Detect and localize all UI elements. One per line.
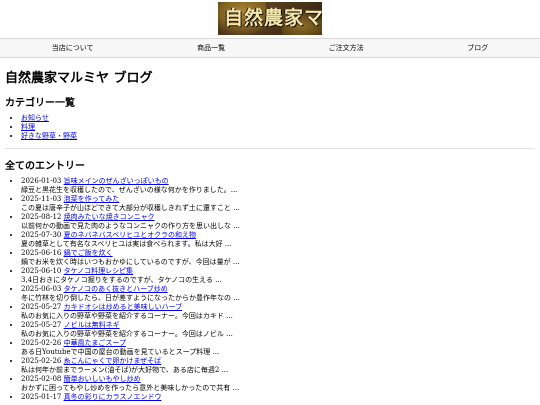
entry-excerpt: 3,4日おきにタケノコ掘りをするのですが、タケノコの生える ... (21, 276, 222, 284)
entry-excerpt: 鍋でお米を炊く時はいつもおかゆにしているのですが、今回は量が ... (21, 258, 240, 266)
category-item: 好きな野草・野菜 (21, 132, 535, 141)
entries-heading: 全てのエントリー (5, 161, 85, 172)
entry-item: 2025-02-08 簡単おいしいもやし炒めおかずに困ってもやし炒めを作ったら意… (21, 375, 535, 393)
entry-item: 2025-05-27 カキドオシは炒めると美味しいハーブ私のお気に入りの野草や野… (21, 303, 535, 321)
nav-item-order[interactable]: ご注文方法 (329, 43, 364, 53)
entry-title-link[interactable]: 糸こんにゃくで卵かけまぜそば (64, 357, 162, 365)
entry-item: 2025-06-03 タケノコのあく抜きとハーブ炒め冬に竹林を切り倒したら、日が… (21, 285, 535, 303)
entry-excerpt: 冬に竹林を切り倒したら、日が差すようになったからか豊作年なの ... (21, 294, 240, 302)
entry-item: 2025-02-26 糸こんにゃくで卵かけまぜそば私は何年か前までラーメン(油そ… (21, 357, 535, 375)
category-item: お知らせ (21, 114, 535, 123)
entry-excerpt: おかずに困ってもやし炒めを作ったら意外と美味しかったので共有 ... (21, 384, 240, 392)
entry-title-link[interactable]: 夏のネバネバスベリヒユとオクラの和え物 (64, 231, 196, 239)
entry-title-link[interactable]: タケノコのあく抜きとハーブ炒め (64, 285, 168, 293)
logo-text: 自然農家マルミヤ (224, 7, 322, 29)
nav-item-products[interactable]: 商品一覧 (197, 43, 225, 53)
entry-title-link[interactable]: 簡単おいしいもやし炒め (64, 375, 141, 383)
entry-item: 2025-05-27 ノビルは無料ネギ私のお気に入りの野草や野菜を紹介するコーナ… (21, 321, 535, 339)
entry-date: 2025-02-26 (21, 339, 62, 347)
entry-excerpt: 以前何かの動画で見た肉のようなコンニャクの作り方を思い出しな ... (21, 222, 240, 230)
categories-heading: カテゴリー一覧 (5, 98, 75, 109)
entry-date: 2025-06-10 (21, 267, 62, 275)
entry-date: 2025-05-27 (21, 303, 62, 311)
entry-title-link[interactable]: 旨味メインのぜんざいっぽいもの (64, 177, 169, 185)
entry-item: 2025-01-17 真冬の彩りにカラスノエンドウ (21, 393, 535, 402)
entry-excerpt: 緑豆と黒花生を収穫したので、ぜんざいの様な何かを作りました。... (21, 186, 238, 194)
section-divider (5, 148, 535, 149)
entry-excerpt: 私のお気に入りの野草や野菜を紹介するコーナー。今回はカキド ... (21, 312, 233, 320)
entry-item: 2025-11-03 泡菜を作ってみたこの夏は唐辛子が山ほどできて大部分が収穫し… (21, 195, 535, 213)
nav-item-about[interactable]: 当店について (52, 43, 94, 53)
entry-date: 2025-07-30 (21, 231, 62, 239)
main-content: 自然農家マルミヤ ブログ カテゴリー一覧 お知らせ 料理 好きな野草・野菜 全て… (0, 67, 540, 402)
site-header: 自然農家マルミヤ (0, 0, 540, 36)
category-link-wild-plants[interactable]: 好きな野草・野菜 (21, 132, 77, 140)
entry-date: 2025-08-12 (21, 213, 62, 221)
entry-date: 2025-05-27 (21, 321, 62, 329)
entry-excerpt: 夏の雑草として有名なスベリヒユは実は食べられます。私は大好 ... (21, 240, 232, 248)
entry-date: 2025-11-03 (21, 195, 62, 203)
entry-title-link[interactable]: ノビルは無料ネギ (64, 321, 120, 329)
entry-title-link[interactable]: 焼肉みたいな焼きコンニャク (64, 213, 155, 221)
entry-date: 2025-02-08 (21, 375, 62, 383)
entry-excerpt: ある日Youtubeで中国の屋台の動画を見ているとスープ料理 ... (21, 348, 220, 356)
entry-date: 2025-06-03 (21, 285, 62, 293)
entry-title-link[interactable]: 泡菜を作ってみた (64, 195, 120, 203)
entry-item: 2025-06-16 鍋でご飯を炊く鍋でお米を炊く時はいつもおかゆにしているので… (21, 249, 535, 267)
entry-date: 2025-01-17 (21, 393, 62, 401)
entry-date: 2025-02-26 (21, 357, 62, 365)
entry-item: 2025-08-12 焼肉みたいな焼きコンニャク以前何かの動画で見た肉のようなコ… (21, 213, 535, 231)
entry-item: 2025-07-30 夏のネバネバスベリヒユとオクラの和え物夏の雑草として有名な… (21, 231, 535, 249)
main-nav: 当店について 商品一覧 ご注文方法 ブログ (0, 38, 540, 58)
entry-title-link[interactable]: タケノコ料理レシピ集 (64, 267, 134, 275)
category-link-news[interactable]: お知らせ (21, 114, 49, 122)
category-item: 料理 (21, 123, 535, 132)
entry-item: 2026-01-03 旨味メインのぜんざいっぽいもの緑豆と黒花生を収穫したので、… (21, 177, 535, 195)
entry-item: 2025-02-26 中華風たまごスープある日Youtubeで中国の屋台の動画を… (21, 339, 535, 357)
entry-date: 2025-06-16 (21, 249, 62, 257)
entry-title-link[interactable]: 鍋でご飯を炊く (64, 249, 113, 257)
entry-title-link[interactable]: 真冬の彩りにカラスノエンドウ (64, 393, 162, 401)
category-list: お知らせ 料理 好きな野草・野菜 (5, 114, 535, 141)
entry-title-link[interactable]: カキドオシは炒めると美味しいハーブ (64, 303, 183, 311)
entry-title-link[interactable]: 中華風たまごスープ (64, 339, 126, 347)
nav-item-blog[interactable]: ブログ (467, 43, 488, 53)
entry-item: 2025-06-10 タケノコ料理レシピ集3,4日おきにタケノコ掘りをするのです… (21, 267, 535, 285)
category-link-cooking[interactable]: 料理 (21, 123, 35, 131)
entry-excerpt: 私のお気に入りの野草や野菜を紹介するコーナー。今回はノビル ... (21, 330, 233, 338)
entry-date: 2026-01-03 (21, 177, 62, 185)
entry-list: 2026-01-03 旨味メインのぜんざいっぽいもの緑豆と黒花生を収穫したので、… (5, 177, 535, 402)
entry-excerpt: 私は何年か前までラーメン(油そば)が大好物で、ある店に毎週2 ... (21, 366, 229, 374)
entry-excerpt: この夏は唐辛子が山ほどできて大部分が収穫しきれず土に還すこと ... (21, 204, 240, 212)
page-title: 自然農家マルミヤ ブログ (5, 71, 153, 86)
site-logo[interactable]: 自然農家マルミヤ (218, 2, 322, 35)
